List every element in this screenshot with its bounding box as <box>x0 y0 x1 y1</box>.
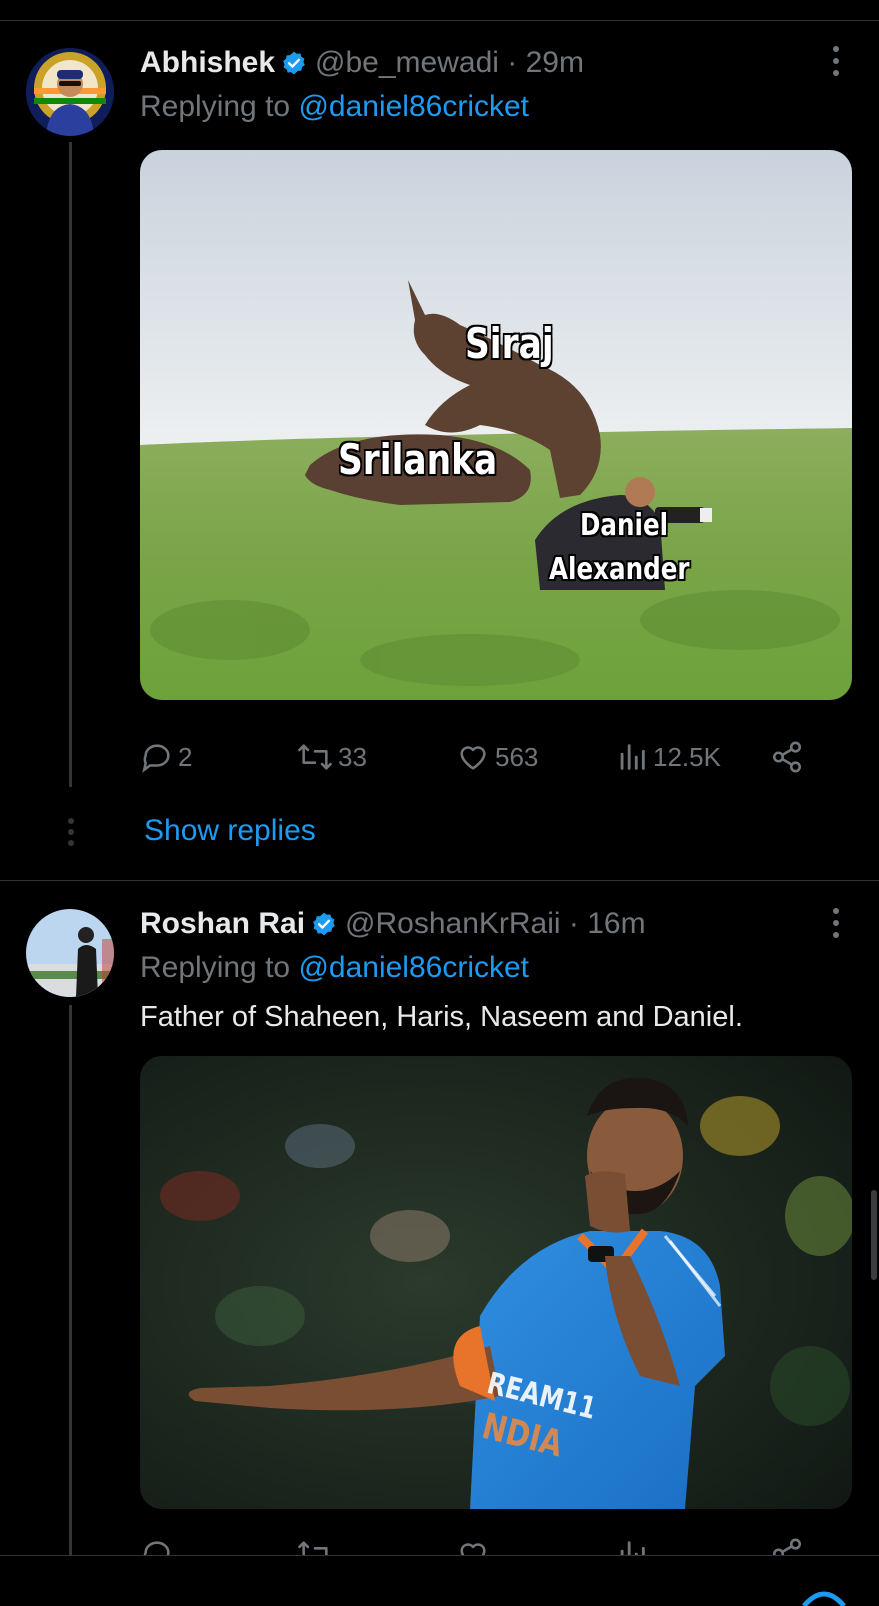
replying-mention-link[interactable]: @daniel86cricket <box>298 951 529 984</box>
meme-label-srilanka: Srilanka <box>338 435 498 484</box>
avatar[interactable] <box>26 48 114 136</box>
meme-label-siraj: Siraj <box>465 319 554 368</box>
share-button[interactable] <box>770 740 808 774</box>
reply-count: 2 <box>178 741 193 772</box>
share-icon <box>772 741 802 773</box>
thread-line <box>69 142 72 787</box>
like-count: 563 <box>495 741 539 772</box>
thread-line <box>69 1005 72 1561</box>
replying-to: Replying to @daniel86cricket <box>140 951 529 985</box>
like-icon <box>460 746 486 770</box>
scrollbar[interactable] <box>871 1190 877 1280</box>
tweet-media-image[interactable]: REAM11 NDIA <box>140 1056 852 1509</box>
bottom-icon[interactable] <box>800 1586 848 1606</box>
replying-to: Replying to @daniel86cricket <box>140 90 529 124</box>
replying-mention-link[interactable]: @daniel86cricket <box>298 90 529 123</box>
verified-badge-icon <box>281 50 307 76</box>
more-options-icon[interactable] <box>833 908 839 938</box>
more-replies-dots-icon <box>68 818 74 846</box>
author-name[interactable]: Abhishek <box>140 46 275 80</box>
more-options-icon[interactable] <box>833 46 839 76</box>
tweet-header: Abhishek @be_mewadi · 29m <box>140 44 584 82</box>
views-button[interactable]: 12.5K <box>615 740 721 774</box>
bottom-bar <box>0 1555 879 1606</box>
views-count: 12.5K <box>653 741 721 772</box>
views-icon <box>620 744 645 770</box>
avatar[interactable] <box>26 909 114 997</box>
replying-prefix: Replying to <box>140 951 299 984</box>
like-button[interactable]: 563 <box>455 740 538 774</box>
tweet-abhishek[interactable]: Abhishek @be_mewadi · 29m Replying to @d… <box>0 0 879 880</box>
tweet-header: Roshan Rai @RoshanKrRaii · 16m <box>140 905 646 943</box>
author-handle-time[interactable]: @RoshanKrRaii · 16m <box>345 907 646 941</box>
show-replies-link[interactable]: Show replies <box>144 814 316 848</box>
retweet-count: 33 <box>338 741 367 772</box>
meme-label-alexander: Alexander <box>549 552 690 587</box>
meme-label-daniel: Daniel <box>580 508 669 543</box>
tweet-text: Father of Shaheen, Haris, Naseem and Dan… <box>140 1001 743 1033</box>
author-name[interactable]: Roshan Rai <box>140 907 305 941</box>
tweet-media-image[interactable]: Siraj Srilanka Daniel Alexander <box>140 150 852 700</box>
tweet-actions: 2 33 563 12.5K <box>140 740 840 780</box>
reply-icon <box>142 744 170 773</box>
replying-prefix: Replying to <box>140 90 299 123</box>
reply-button[interactable]: 2 <box>140 740 192 774</box>
retweet-button[interactable]: 33 <box>296 740 367 774</box>
verified-badge-icon <box>311 911 337 937</box>
tweet-roshan-rai[interactable]: Roshan Rai @RoshanKrRaii · 16m Replying … <box>0 881 879 1570</box>
author-handle-time[interactable]: @be_mewadi · 29m <box>315 46 584 80</box>
retweet-icon <box>298 744 332 770</box>
